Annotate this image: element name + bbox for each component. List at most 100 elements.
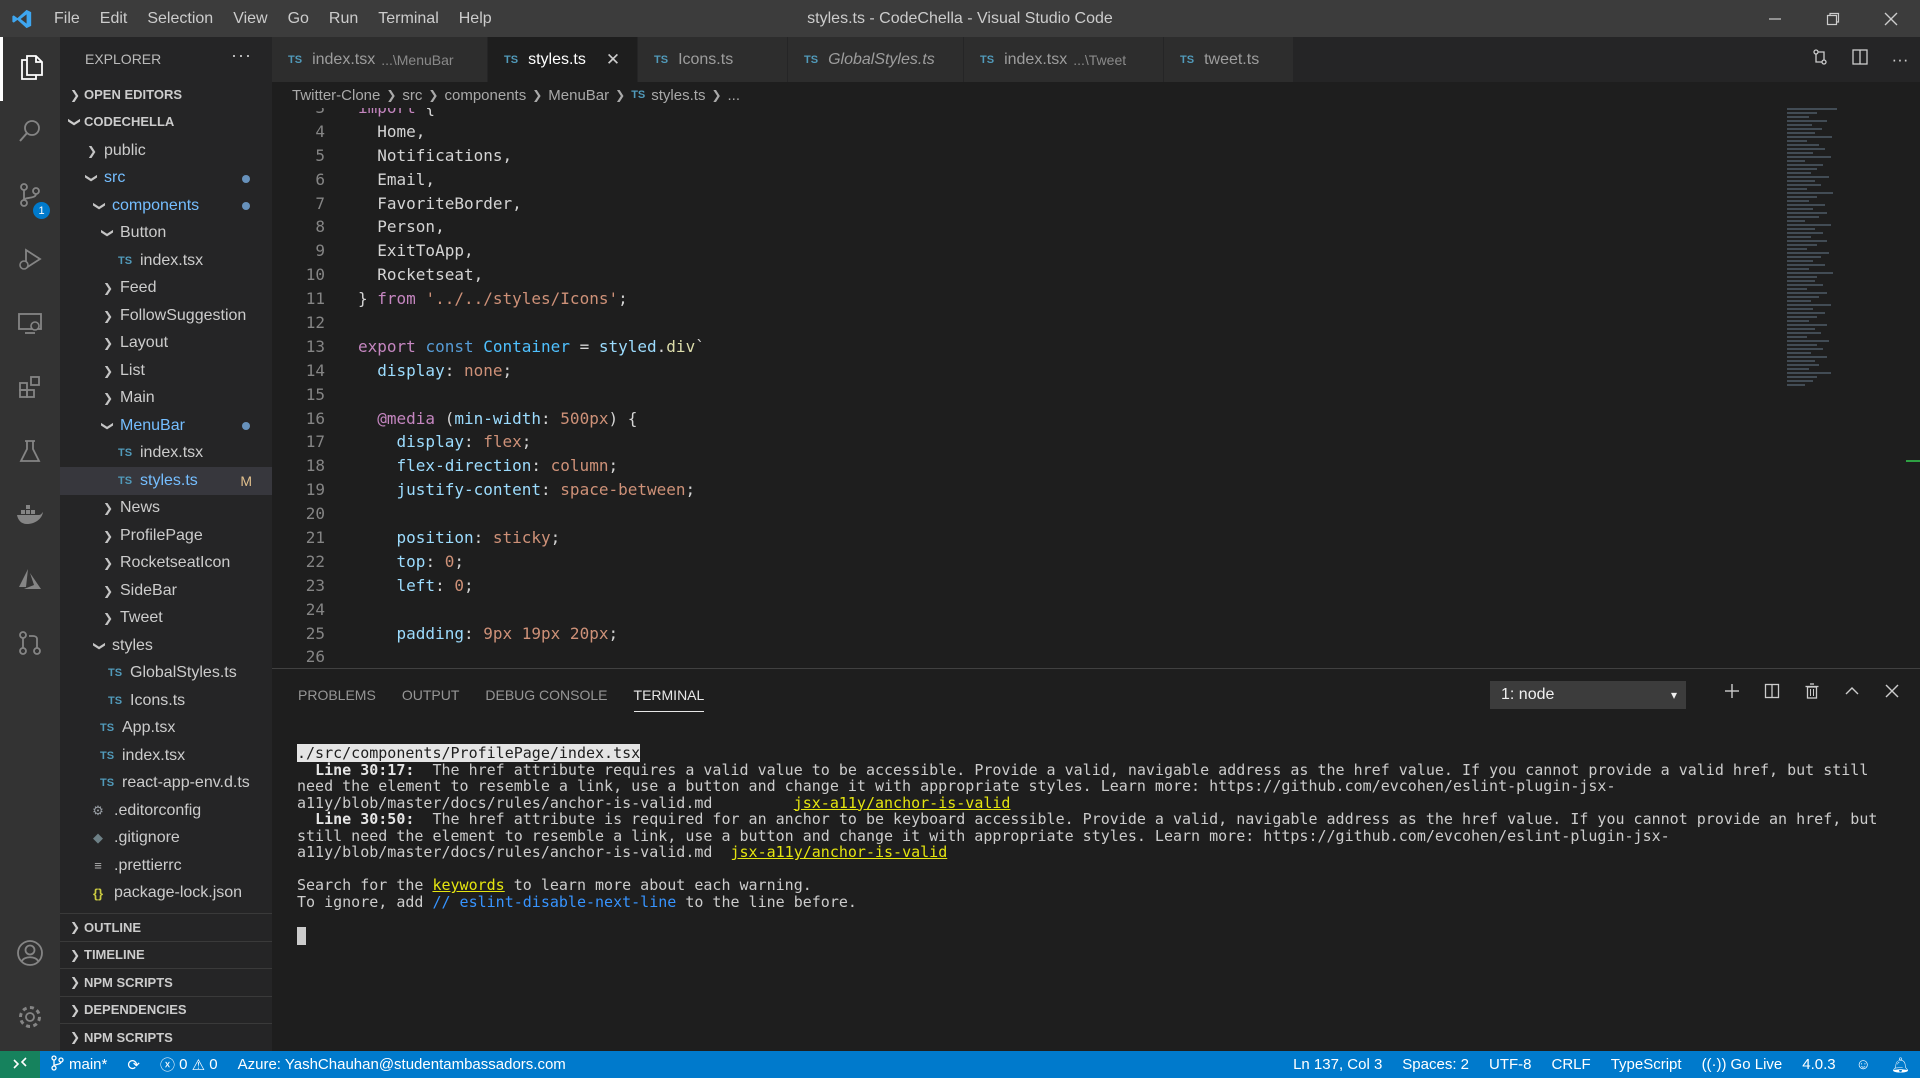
tree-file-prettierrc[interactable]: ≡ .prettierrc (60, 852, 272, 880)
tree-file-menubar-index[interactable]: TS index.tsx (60, 440, 272, 468)
menu-terminal[interactable]: Terminal (368, 0, 448, 37)
trash-icon[interactable] (1792, 683, 1832, 704)
tree-file-menubar-styles[interactable]: TS styles.ts M (60, 467, 272, 495)
line-ending[interactable]: CRLF (1542, 1056, 1601, 1073)
menu-go[interactable]: Go (278, 0, 319, 37)
new-terminal-icon[interactable] (1712, 683, 1752, 704)
tree-folder-news[interactable]: ❯ News (60, 495, 272, 523)
tree-folder-main[interactable]: ❯ Main (60, 385, 272, 413)
tree-file-editorconfig[interactable]: ⚙ .editorconfig (60, 797, 272, 825)
indentation[interactable]: Spaces: 2 (1392, 1056, 1479, 1073)
notifications-status[interactable]: 🔔︎ (1881, 1056, 1920, 1074)
keywords-link[interactable]: keywords (432, 876, 504, 894)
tree-folder-feed[interactable]: ❯ Feed (60, 275, 272, 303)
tree-folder-src[interactable]: ❯ src (60, 165, 272, 193)
ts-version[interactable]: 4.0.3 (1792, 1056, 1845, 1073)
azure-activity[interactable] (0, 549, 60, 613)
tab-problems[interactable]: PROBLEMS (298, 679, 376, 711)
tab-styles[interactable]: TS styles.ts ✕ (488, 37, 638, 82)
menu-run[interactable]: Run (319, 0, 368, 37)
terminal-output[interactable]: ./src/components/ProfilePage/index.tsx L… (297, 744, 1897, 945)
close-icon[interactable]: ✕ (606, 50, 620, 70)
dependencies-section[interactable]: ❯ DEPENDENCIES (60, 995, 272, 1024)
tab-tweet-index[interactable]: TS index.tsx ...\Tweet (964, 37, 1164, 82)
tree-folder-tweet[interactable]: ❯ Tweet (60, 605, 272, 633)
tree-folder-profilepage[interactable]: ❯ ProfilePage (60, 522, 272, 550)
sync-status[interactable]: ⟳ (117, 1056, 150, 1074)
tree-file-button-index[interactable]: TS index.tsx (60, 247, 272, 275)
azure-account-status[interactable]: Azure: YashChauhan@studentambassadors.co… (228, 1056, 576, 1073)
close-panel-icon[interactable] (1872, 683, 1912, 704)
tree-file-gitignore[interactable]: ◆ .gitignore (60, 825, 272, 853)
breadcrumb-item[interactable]: styles.ts (651, 87, 705, 104)
remote-indicator[interactable] (0, 1051, 40, 1078)
tree-file-app[interactable]: TS App.tsx (60, 715, 272, 743)
manage-activity[interactable] (0, 987, 60, 1051)
open-editors-section[interactable]: ❯ OPEN EDITORS (60, 81, 272, 108)
tab-terminal[interactable]: TERMINAL (633, 679, 705, 712)
close-window-button[interactable] (1862, 0, 1920, 37)
tree-folder-list[interactable]: ❯ List (60, 357, 272, 385)
tab-menubar-index[interactable]: TS index.tsx ...\MenuBar (272, 37, 488, 82)
tree-file-index[interactable]: TS index.tsx (60, 742, 272, 770)
tab-globalstyles[interactable]: TS GlobalStyles.ts (788, 37, 964, 82)
split-terminal-icon[interactable] (1752, 683, 1792, 704)
breadcrumb-item[interactable]: ... (728, 87, 741, 104)
menu-file[interactable]: File (44, 0, 90, 37)
code-editor[interactable]: 3import { 4 Home, 5 Notifications, 6 Ema… (272, 108, 1920, 668)
tab-tweet[interactable]: TS tweet.ts (1164, 37, 1294, 82)
docker-activity[interactable] (0, 485, 60, 549)
tree-folder-menubar[interactable]: ❯ MenuBar (60, 412, 272, 440)
tree-folder-public[interactable]: ❯ public (60, 137, 272, 165)
tab-icons[interactable]: TS Icons.ts (638, 37, 788, 82)
menu-selection[interactable]: Selection (137, 0, 223, 37)
breadcrumb-item[interactable]: src (402, 87, 422, 104)
menu-edit[interactable]: Edit (90, 0, 138, 37)
tab-output[interactable]: OUTPUT (402, 679, 460, 711)
breadcrumb-item[interactable]: MenuBar (548, 87, 609, 104)
breadcrumb-item[interactable]: Twitter-Clone (292, 87, 380, 104)
testing-activity[interactable] (0, 421, 60, 485)
tree-folder-styles[interactable]: ❯ styles (60, 632, 272, 660)
tree-folder-components[interactable]: ❯ components (60, 192, 272, 220)
menu-view[interactable]: View (223, 0, 277, 37)
source-control-activity[interactable]: 1 (0, 165, 60, 229)
feedback-status[interactable]: ☺ (1846, 1056, 1881, 1073)
go-live-status[interactable]: ((·)) Go Live (1692, 1056, 1793, 1073)
split-editor-icon[interactable] (1840, 48, 1880, 71)
tree-file-react-app-env[interactable]: TS react-app-env.d.ts (60, 770, 272, 798)
extensions-activity[interactable] (0, 357, 60, 421)
minimize-button[interactable] (1746, 0, 1804, 37)
pull-requests-activity[interactable] (0, 613, 60, 677)
more-actions-icon[interactable]: ··· (231, 45, 252, 66)
encoding[interactable]: UTF-8 (1479, 1056, 1542, 1073)
rule-link[interactable]: jsx-a11y/anchor-is-valid (730, 843, 947, 861)
problems-status[interactable]: ⓧ 0 ⚠ 0 (150, 1054, 228, 1075)
tree-file-globalstyles[interactable]: TS GlobalStyles.ts (60, 660, 272, 688)
more-icon[interactable]: ··· (1880, 50, 1920, 70)
tree-file-package-lock[interactable]: {} package-lock.json (60, 880, 272, 908)
tree-folder-rocketseaticon[interactable]: ❯ RocketseatIcon (60, 550, 272, 578)
breadcrumb-item[interactable]: components (444, 87, 526, 104)
tree-folder-sidebar[interactable]: ❯ SideBar (60, 577, 272, 605)
accounts-activity[interactable] (0, 923, 60, 987)
language-mode[interactable]: TypeScript (1601, 1056, 1692, 1073)
codechella-section[interactable]: ❯ CODECHELLA (60, 108, 272, 135)
npm-scripts-section-2[interactable]: ❯ NPM SCRIPTS (60, 1023, 272, 1051)
chevron-up-icon[interactable] (1832, 683, 1872, 704)
tab-debug-console[interactable]: DEBUG CONSOLE (485, 679, 607, 711)
terminal-select[interactable]: 1: node ▾ (1490, 681, 1686, 709)
menu-help[interactable]: Help (449, 0, 502, 37)
remote-explorer-activity[interactable] (0, 293, 60, 357)
tree-folder-followsuggestion[interactable]: ❯ FollowSuggestion (60, 302, 272, 330)
cursor-position[interactable]: Ln 137, Col 3 (1283, 1056, 1392, 1073)
restore-button[interactable] (1804, 0, 1862, 37)
search-activity[interactable] (0, 101, 60, 165)
tree-folder-layout[interactable]: ❯ Layout (60, 330, 272, 358)
minimap[interactable] (1787, 108, 1867, 508)
open-changes-icon[interactable] (1800, 48, 1840, 71)
npm-scripts-section[interactable]: ❯ NPM SCRIPTS (60, 968, 272, 996)
timeline-section[interactable]: ❯ TIMELINE (60, 940, 272, 969)
branch-status[interactable]: main* (40, 1054, 117, 1075)
run-debug-activity[interactable] (0, 229, 60, 293)
